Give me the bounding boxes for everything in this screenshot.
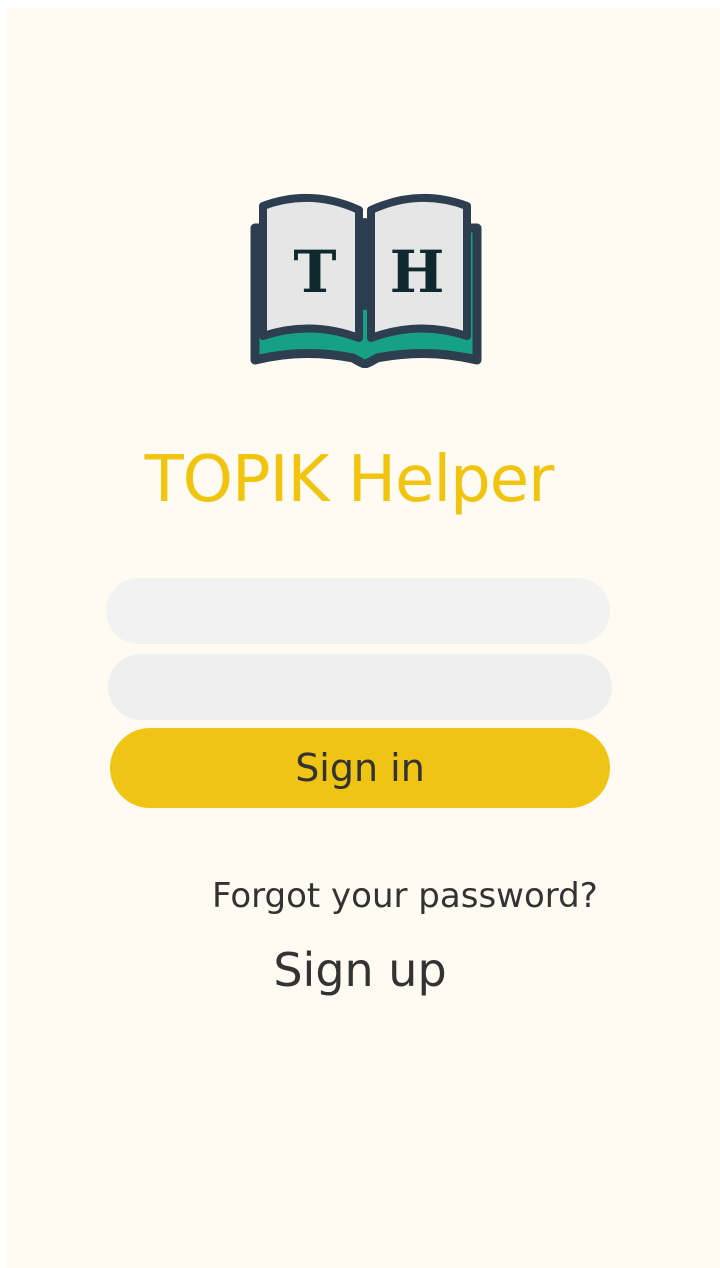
logo-letter-h: H <box>390 238 445 306</box>
sign-up-link[interactable]: Sign up <box>6 940 714 1000</box>
open-book-icon: T H <box>250 193 482 368</box>
sign-in-button[interactable]: Sign in <box>110 728 610 808</box>
app-title: TOPIK Helper <box>144 443 555 517</box>
email-input[interactable] <box>106 578 610 644</box>
password-input[interactable] <box>108 654 612 720</box>
login-screen: T H TOPIK Helper Sign in Forgot your pas… <box>6 8 720 1268</box>
logo-letter-t: T <box>293 238 336 306</box>
forgot-password-link[interactable]: Forgot your password? <box>212 872 598 920</box>
